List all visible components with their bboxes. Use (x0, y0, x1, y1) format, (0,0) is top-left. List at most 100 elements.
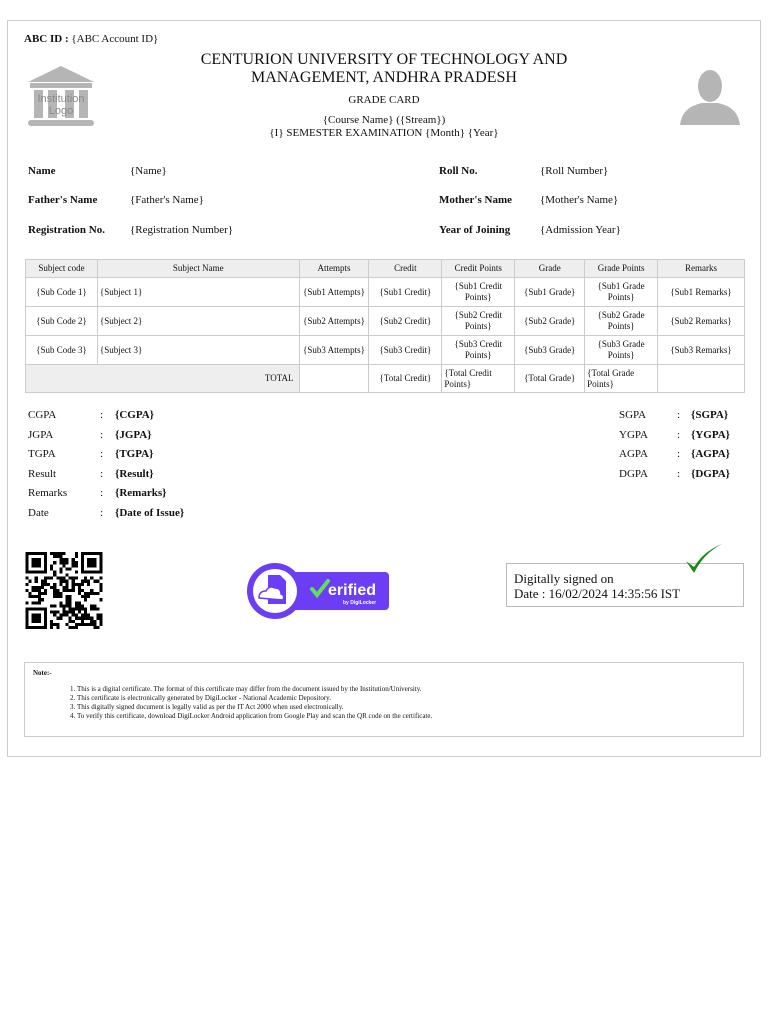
father-value: {Father's Name} (130, 194, 204, 206)
exam-name: {I} SEMESTER EXAMINATION {Month} {Year} (269, 127, 499, 139)
summary-value: {SGPA} (691, 409, 729, 421)
total-grade-points: {Total Grade Points} (584, 364, 659, 393)
summary-value: {DGPA} (691, 468, 731, 480)
total-label: TOTAL (25, 364, 300, 393)
summary-label: DGPA (619, 468, 648, 480)
summary-label: YGPA (619, 429, 648, 441)
cell-remarks: {Sub1 Remarks} (657, 277, 745, 307)
cell-attempts: {Sub1 Attempts} (298, 277, 370, 307)
summary-colon: : (677, 409, 681, 421)
document-title: GRADE CARD (348, 94, 420, 106)
col-grade-points: Grade Points (584, 259, 659, 278)
qr-code[interactable] (24, 552, 104, 629)
col-remarks: Remarks (657, 259, 745, 278)
cell-credit: {Sub2 Credit} (368, 306, 443, 336)
roll-value: {Roll Number} (540, 165, 609, 177)
summary-colon: : (100, 409, 104, 421)
summary-colon: : (100, 507, 104, 519)
total-row: TOTAL {Total Credit} {Total Credit Point… (25, 364, 745, 393)
notes-title: Note:- (33, 669, 52, 677)
summary-value: {YGPA} (691, 429, 731, 441)
col-attempts: Attempts (298, 259, 370, 278)
summary-label: Date (28, 507, 49, 519)
cell-grade: {Sub2 Grade} (514, 306, 586, 336)
cell-subject-code: {Sub Code 2} (25, 306, 98, 336)
total-attempts (298, 364, 370, 393)
cell-grade: {Sub1 Grade} (514, 277, 586, 307)
svg-text:Logo: Logo (49, 105, 73, 117)
cell-grade-points: {Sub3 Grade Points} (584, 335, 659, 365)
summary-label: TGPA (28, 448, 56, 460)
table-row: {Sub Code 1} {Subject 1} {Sub1 Attempts} {S… (25, 277, 745, 307)
mother-label: Mother's Name (439, 194, 513, 206)
cell-grade-points: {Sub2 Grade Points} (584, 306, 659, 336)
summary-colon: : (677, 448, 681, 460)
course-info: {Course Name} ({Stream}) {I} SEMESTER EXA… (150, 114, 618, 140)
total-credit: {Total Credit} (368, 364, 443, 393)
cell-subject-code: {Sub Code 3} (25, 335, 98, 365)
summary-value: {TGPA} (115, 448, 154, 460)
roll-label: Roll No. (439, 165, 478, 177)
cell-remarks: {Sub2 Remarks} (657, 306, 745, 336)
note-item: This certificate is electronically gener… (77, 694, 735, 703)
name-value: {Name} (130, 165, 167, 177)
cell-attempts: {Sub3 Attempts} (298, 335, 370, 365)
cell-credit-points: {Sub3 Credit Points} (441, 335, 516, 365)
abc-id-label: ABC ID : (24, 33, 69, 45)
abc-id-value: {ABC Account ID} (71, 33, 159, 45)
notes-box: Note:- This is a digital certificate. Th… (24, 662, 744, 737)
registration-value: {Registration Number} (130, 224, 234, 236)
col-credit-points: Credit Points (441, 259, 516, 278)
summary-colon: : (100, 429, 104, 441)
summary-value: {CGPA} (115, 409, 155, 421)
cell-grade: {Sub3 Grade} (514, 335, 586, 365)
summary-value: {Result} (115, 468, 154, 480)
summary-value: {AGPA} (691, 448, 731, 460)
col-grade: Grade (514, 259, 586, 278)
cell-credit-points: {Sub1 Credit Points} (441, 277, 516, 307)
registration-label: Registration No. (28, 224, 105, 236)
cell-grade-points: {Sub1 Grade Points} (584, 277, 659, 307)
cell-subject-name: {Subject 3} (96, 335, 300, 365)
badge-text: erified (328, 582, 376, 599)
cell-credit: {Sub1 Credit} (368, 277, 443, 307)
col-subject-name: Subject Name (96, 259, 300, 278)
summary-value: {JGPA} (115, 429, 152, 441)
signature-date: Date : 16/02/2024 14:35:56 IST (514, 586, 681, 601)
total-credit-points: {Total Credit Points} (441, 364, 516, 393)
verified-by-digilocker-badge: erified by DigiLocker (247, 563, 389, 619)
col-credit: Credit (368, 259, 443, 278)
summary-label: CGPA (28, 409, 57, 421)
cell-subject-code: {Sub Code 1} (25, 277, 98, 307)
total-grade: {Total Grade} (514, 364, 586, 393)
summary-label: Result (28, 468, 57, 480)
summary-colon: : (677, 429, 681, 441)
abc-id: ABC ID : {ABC Account ID} (24, 33, 158, 45)
summary-colon: : (677, 468, 681, 480)
summary-label: SGPA (619, 409, 647, 421)
cell-subject-name: {Subject 2} (96, 306, 300, 336)
year-label: Year of Joining (439, 224, 511, 236)
cell-remarks: {Sub3 Remarks} (657, 335, 745, 365)
mother-value: {Mother's Name} (540, 194, 619, 206)
cell-credit: {Sub3 Credit} (368, 335, 443, 365)
summary-label: Remarks (28, 487, 68, 499)
grades-table: Subject code Subject Name Attempts Credi… (25, 259, 745, 393)
note-item: This digitally signed document is legall… (77, 703, 735, 712)
total-remarks (657, 364, 745, 393)
summary-label: JGPA (28, 429, 54, 441)
note-item: To verify this certificate, download Dig… (77, 712, 735, 721)
year-value: {Admission Year} (540, 224, 621, 236)
summary-value: {Remarks} (115, 487, 167, 499)
signature-valid-checkmark-icon (686, 544, 722, 573)
note-item: This is a digital certificate. The forma… (77, 685, 735, 694)
badge-by: by DigiLocker (343, 600, 376, 606)
name-label: Name (28, 165, 56, 177)
cell-subject-name: {Subject 1} (96, 277, 300, 307)
cell-attempts: {Sub2 Attempts} (298, 306, 370, 336)
summary-colon: : (100, 468, 104, 480)
summary-value: {Date of Issue} (115, 507, 185, 519)
summary-label: AGPA (619, 448, 648, 460)
course-name: {Course Name} ({Stream}) (322, 114, 446, 126)
student-photo-placeholder-icon (680, 70, 740, 125)
